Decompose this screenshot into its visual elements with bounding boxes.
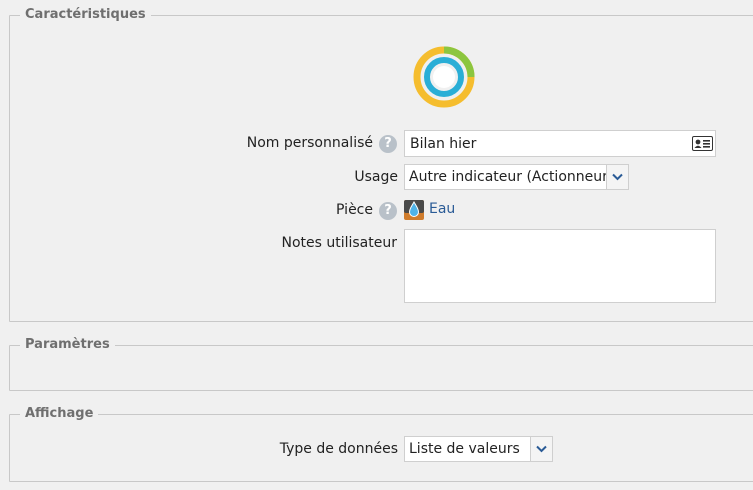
notes-textarea[interactable]	[404, 229, 716, 303]
piece-help-icon[interactable]: ?	[379, 202, 397, 220]
water-drop-icon	[404, 200, 424, 220]
notes-label: Notes utilisateur	[281, 235, 397, 251]
type-select-value: Liste de valeurs	[409, 441, 520, 457]
piece-label: Pièce	[336, 202, 373, 218]
parametres-section: Paramètres	[9, 337, 753, 391]
nom-input[interactable]: Bilan hier	[404, 130, 716, 157]
type-label: Type de données	[279, 441, 398, 457]
id-card-icon[interactable]	[692, 136, 713, 151]
usage-select-arrow[interactable]	[606, 165, 628, 189]
usage-label: Usage	[354, 169, 398, 185]
chevron-down-icon	[612, 173, 623, 181]
affichage-legend: Affichage	[20, 406, 99, 422]
piece-link[interactable]: Eau	[429, 201, 455, 217]
chevron-down-icon	[536, 445, 547, 453]
nom-input-value: Bilan hier	[410, 136, 477, 152]
ring-indicator-icon	[413, 46, 475, 108]
caracteristiques-legend: Caractéristiques	[20, 7, 151, 23]
nom-help-icon[interactable]: ?	[379, 135, 397, 153]
type-select-arrow[interactable]	[530, 437, 552, 461]
type-select[interactable]: Liste de valeurs	[404, 436, 553, 462]
nom-label: Nom personnalisé	[246, 135, 373, 151]
usage-select-value: Autre indicateur (Actionneur)	[409, 169, 614, 185]
parametres-legend: Paramètres	[20, 337, 115, 353]
usage-select[interactable]: Autre indicateur (Actionneur)	[404, 164, 629, 190]
